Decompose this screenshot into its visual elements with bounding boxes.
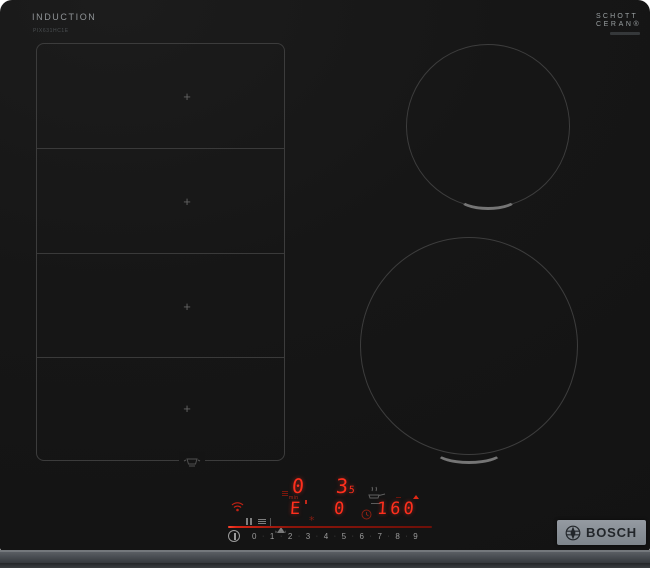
- timer-clock-icon[interactable]: [361, 507, 372, 525]
- level-1[interactable]: 1: [270, 532, 274, 541]
- temp-dash: [396, 497, 401, 498]
- level-dot: ·: [370, 533, 372, 540]
- bosch-anchor-icon: [565, 525, 581, 541]
- pause-icon[interactable]: [246, 513, 254, 531]
- level-dot: ·: [334, 533, 336, 540]
- level-4[interactable]: 4: [324, 532, 328, 541]
- flex-indicator-icon: [282, 491, 288, 497]
- level-dot: ·: [352, 533, 354, 540]
- ceran-line: CERAN®: [596, 21, 644, 28]
- zone-center-mark: +: [179, 194, 195, 209]
- pan-detection-icon: [179, 452, 205, 470]
- metal-trim: [0, 552, 650, 563]
- trim-shadow: [0, 563, 650, 568]
- temp-marker: [413, 495, 419, 499]
- level-0[interactable]: 0: [252, 532, 256, 541]
- zone-divider: [37, 148, 284, 149]
- half-step-digit: 5: [348, 485, 355, 496]
- rear-right-level-display[interactable]: 35: [335, 476, 355, 496]
- bosch-logo-text: BOSCH: [586, 525, 637, 540]
- level-dot: ·: [405, 533, 407, 540]
- level-dot: ·: [280, 533, 282, 540]
- pan-position-arc: [434, 438, 504, 464]
- induction-label: INDUCTION: [32, 12, 96, 22]
- power-level-slider[interactable]: 0 · 1 · 2 · 3 · 4 · 5 · 6 · 7 · 8 · 9: [252, 531, 418, 542]
- glass-surface: INDUCTION PIX631HC1E SCHOTT CERAN® + + +…: [0, 0, 650, 551]
- schott-ceran-logo: SCHOTT CERAN®: [596, 13, 644, 35]
- flex-select-icon[interactable]: [258, 519, 266, 525]
- level-7[interactable]: 7: [377, 532, 381, 541]
- display-tick: [305, 500, 307, 504]
- level-5[interactable]: 5: [342, 532, 346, 541]
- power-icon[interactable]: [228, 530, 240, 542]
- level-dot: ·: [298, 533, 300, 540]
- cooktop-product-image: INDUCTION PIX631HC1E SCHOTT CERAN® + + +…: [0, 0, 650, 572]
- zone-center-mark: +: [179, 89, 195, 104]
- model-number: PIX631HC1E: [33, 28, 69, 34]
- flex-induction-zone: + + + +: [36, 43, 285, 461]
- led-slider-line[interactable]: [228, 526, 432, 528]
- level-8[interactable]: 8: [395, 532, 399, 541]
- zone-center-mark: +: [179, 401, 195, 416]
- rear-right-cooking-zone: [406, 44, 570, 208]
- fine-print-line: [610, 32, 640, 35]
- front-left-level-display[interactable]: E: [289, 501, 300, 518]
- level-dot: ·: [387, 533, 389, 540]
- schott-line: SCHOTT: [596, 13, 644, 20]
- rear-left-level-display[interactable]: 0: [291, 476, 304, 496]
- level-dot: ·: [262, 533, 264, 540]
- level-3[interactable]: 3: [306, 532, 310, 541]
- level-2[interactable]: 2: [288, 532, 292, 541]
- zone-divider: [37, 357, 284, 358]
- bosch-badge: BOSCH: [557, 520, 646, 545]
- level-dot: ·: [316, 533, 318, 540]
- zone-divider: [37, 253, 284, 254]
- wifi-icon: [231, 499, 244, 517]
- fry-temperature-display[interactable]: 160: [376, 501, 417, 518]
- zone-center-mark: +: [179, 299, 195, 314]
- level-digit: 3: [335, 474, 349, 498]
- level-9[interactable]: 9: [413, 532, 417, 541]
- front-right-cooking-zone: [360, 237, 578, 455]
- level-6[interactable]: 6: [360, 532, 364, 541]
- front-right-level-display[interactable]: 0: [333, 501, 344, 518]
- pan-position-arc: [458, 186, 518, 210]
